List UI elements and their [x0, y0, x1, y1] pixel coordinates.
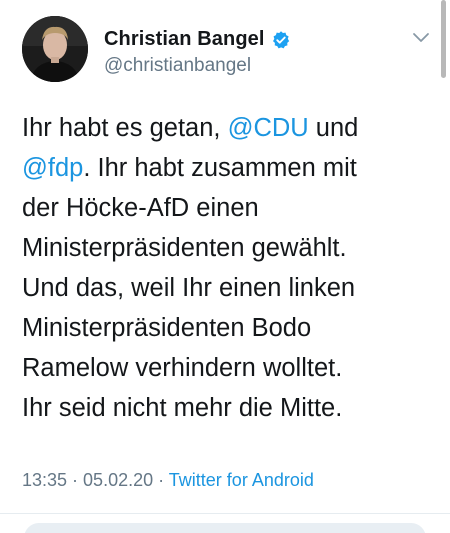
- avatar-photo: [22, 16, 88, 82]
- meta-separator: ·: [153, 470, 169, 490]
- author-handle[interactable]: @christianbangel: [104, 55, 251, 77]
- mention-link-cdu[interactable]: @CDU: [228, 114, 309, 142]
- tweet-date[interactable]: 05.02.20: [83, 470, 153, 490]
- scrollbar[interactable]: [441, 0, 446, 78]
- author-name[interactable]: Christian Bangel: [104, 28, 265, 51]
- meta-separator: ·: [67, 470, 84, 490]
- tweet-page: Christian Bangel @christianbangel Ihr ha…: [0, 0, 450, 533]
- tweet-text-segment: und: [308, 114, 359, 142]
- avatar[interactable]: [22, 16, 88, 82]
- chevron-down-icon[interactable]: [412, 32, 430, 44]
- tweet-line: Ihr seid nicht mehr die Mitte.: [22, 394, 343, 422]
- tweet-line: Und das, weil Ihr einen linken: [22, 274, 356, 302]
- tweet-metadata: 13:35 · 05.02.20 · Twitter for Android: [22, 470, 314, 491]
- tweet-line: Ministerpräsidenten Bodo: [22, 314, 312, 342]
- tweet-time[interactable]: 13:35: [22, 470, 67, 490]
- tweet-line: @fdp. Ihr habt zusammen mit: [22, 148, 432, 188]
- tweet-text-segment: Ihr habt es getan,: [22, 114, 228, 142]
- tweet-line: Ihr habt es getan, @CDU und: [22, 108, 432, 148]
- tweet-source-link[interactable]: Twitter for Android: [169, 470, 314, 490]
- tweet-text: Ihr habt es getan, @CDU und @fdp. Ihr ha…: [22, 108, 432, 428]
- reply-input[interactable]: [24, 523, 426, 533]
- author-name-row[interactable]: Christian Bangel: [104, 28, 291, 51]
- tweet-line: Ministerpräsidenten gewählt.: [22, 234, 347, 262]
- divider: [0, 513, 450, 514]
- verified-badge-icon: [271, 30, 291, 50]
- tweet-text-segment: . Ihr habt zusammen mit: [83, 154, 357, 182]
- tweet-line: der Höcke-AfD einen: [22, 194, 259, 222]
- tweet-line: Ramelow verhindern wolltet.: [22, 354, 343, 382]
- mention-link-fdp[interactable]: @fdp: [22, 154, 83, 182]
